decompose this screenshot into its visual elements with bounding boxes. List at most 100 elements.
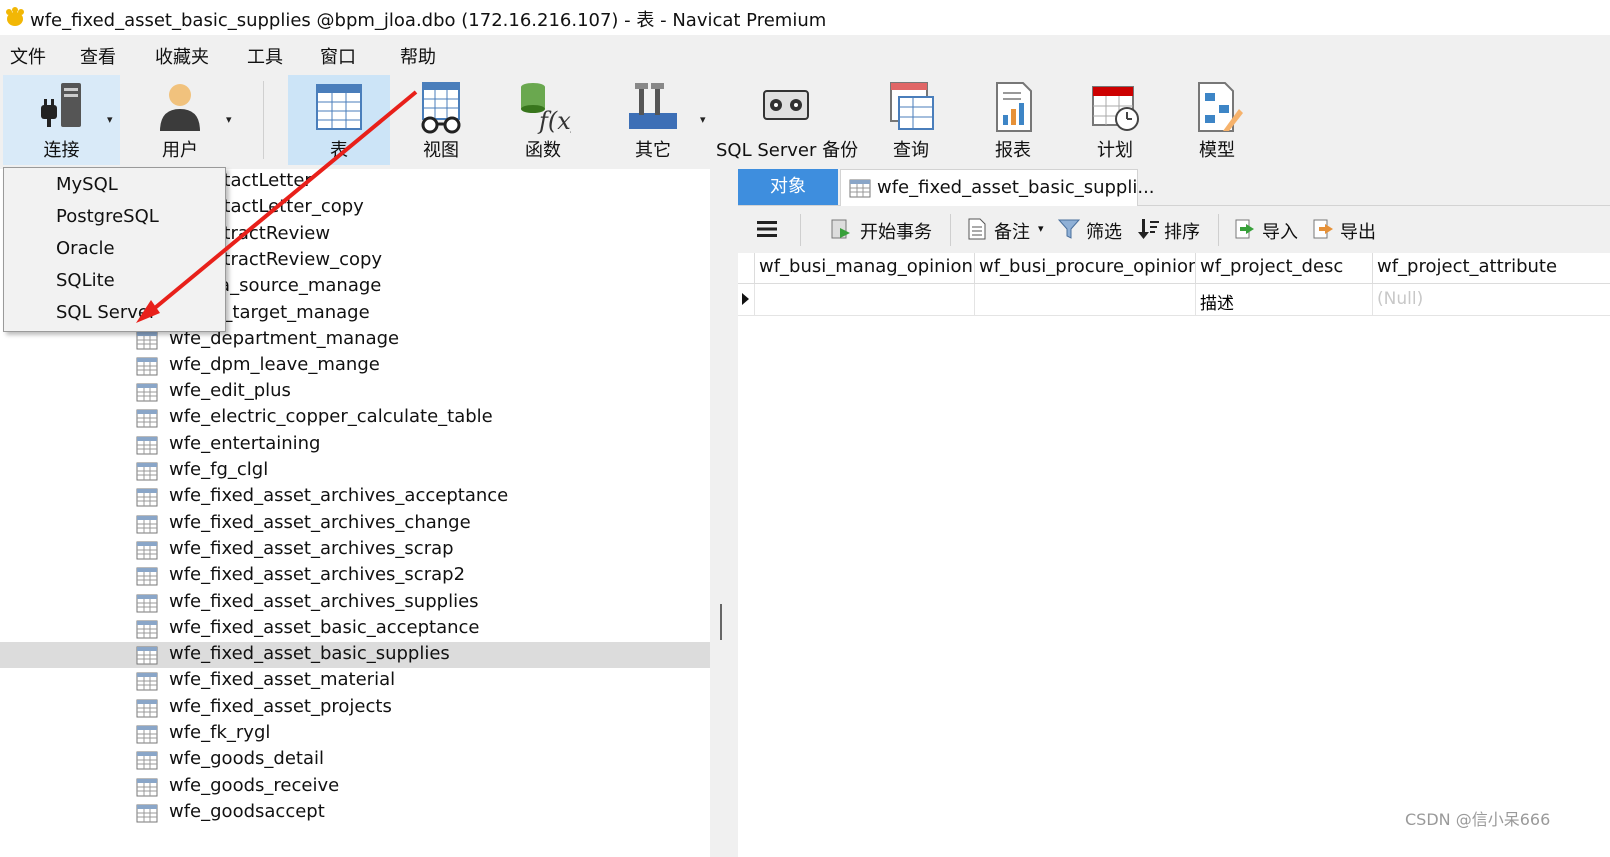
other-button[interactable]: 其它 bbox=[610, 75, 696, 165]
table-icon bbox=[316, 84, 362, 130]
tab-table-data[interactable]: wfe_fixed_asset_basic_suppli... bbox=[840, 169, 1155, 207]
tree-item-label: wfe_electric_copper_calculate_table bbox=[169, 406, 493, 428]
user-button[interactable]: 用户 bbox=[135, 75, 225, 165]
connect-label: 连接 bbox=[43, 140, 80, 161]
tree-item-label: p_target_manage bbox=[212, 301, 370, 323]
menu-view[interactable]: 查看 bbox=[80, 43, 116, 69]
menu-file[interactable]: 文件 bbox=[10, 43, 46, 69]
schedule-button[interactable]: 计划 bbox=[1072, 75, 1158, 165]
tree-item[interactable]: wfe_fg_clgl bbox=[0, 458, 710, 484]
menu-favorites[interactable]: 收藏夹 bbox=[155, 43, 209, 69]
other-label: 其它 bbox=[635, 140, 671, 161]
table-icon bbox=[136, 646, 158, 665]
note-button[interactable]: 备注 ▾ bbox=[966, 216, 1052, 244]
menu-item-mysql[interactable]: MySQL bbox=[56, 174, 118, 195]
panel-splitter[interactable] bbox=[710, 169, 738, 857]
menu-item-oracle[interactable]: Oracle bbox=[56, 238, 115, 259]
connect-button[interactable]: 连接 bbox=[3, 75, 120, 165]
table-icon bbox=[849, 179, 871, 198]
menu-window[interactable]: 窗口 bbox=[320, 43, 356, 69]
tree-item[interactable]: wfe_goods_receive bbox=[0, 774, 710, 800]
query-label: 查询 bbox=[893, 140, 929, 161]
cell-value: 描述 bbox=[1200, 294, 1234, 314]
connect-dropdown-arrow-icon[interactable]: ▾ bbox=[107, 113, 117, 126]
table-button[interactable]: 表 bbox=[288, 75, 390, 165]
connection-dropdown-menu: MySQL PostgreSQL Oracle SQLite SQL Serve… bbox=[3, 167, 226, 332]
table-cell[interactable]: 描述 bbox=[1196, 284, 1373, 316]
menu-item-postgresql[interactable]: PostgreSQL bbox=[56, 206, 159, 227]
model-button[interactable]: 模型 bbox=[1174, 75, 1260, 165]
column-header[interactable]: wf_project_attribute bbox=[1373, 253, 1610, 284]
tree-item[interactable]: wfe_fixed_asset_archives_acceptance bbox=[0, 484, 710, 510]
export-button[interactable]: 导出 bbox=[1312, 216, 1382, 244]
function-button[interactable]: f(x) 函数 bbox=[500, 75, 586, 165]
begin-transaction-button[interactable]: 开始事务 bbox=[830, 216, 940, 244]
tree-item[interactable]: wfe_fixed_asset_archives_supplies bbox=[0, 590, 710, 616]
column-header[interactable]: wf_busi_manag_opinion bbox=[755, 253, 975, 284]
table-cell[interactable] bbox=[755, 284, 975, 316]
tree-item-label: wfe_fk_rygl bbox=[169, 722, 271, 743]
row-indicator[interactable] bbox=[738, 284, 755, 316]
filter-button[interactable]: 筛选 bbox=[1058, 216, 1128, 244]
table-icon bbox=[136, 488, 158, 507]
tree-item-label: wfe_fixed_asset_archives_supplies bbox=[169, 590, 479, 612]
menu-item-sqlite[interactable]: SQLite bbox=[56, 270, 115, 291]
column-header[interactable]: wf_project_desc bbox=[1196, 253, 1373, 284]
tree-item[interactable]: wfe_fk_rygl bbox=[0, 721, 710, 747]
menu-tools[interactable]: 工具 bbox=[247, 43, 283, 69]
tree-item[interactable]: wfe_goods_detail bbox=[0, 747, 710, 773]
title-bar: wfe_fixed_asset_basic_supplies @bpm_jloa… bbox=[0, 0, 1610, 35]
begin-transaction-label: 开始事务 bbox=[860, 222, 932, 243]
sort-button[interactable]: 排序 bbox=[1138, 216, 1208, 244]
watermark: CSDN @信小呆666 bbox=[1405, 810, 1551, 829]
menu-help[interactable]: 帮助 bbox=[400, 43, 436, 69]
query-icon bbox=[890, 82, 934, 130]
table-data-panel: 对象 wfe_fixed_asset_basic_suppli... 开始事务 … bbox=[738, 169, 1610, 857]
tree-item[interactable]: wfe_edit_plus bbox=[0, 379, 710, 405]
transaction-icon bbox=[831, 219, 850, 239]
menu-item-sql-server[interactable]: SQL Server bbox=[56, 302, 156, 323]
table-icon bbox=[136, 804, 158, 823]
query-button[interactable]: 查询 bbox=[868, 75, 954, 165]
function-icon: f(x) bbox=[521, 83, 571, 135]
tree-item[interactable]: wfe_dpm_leave_mange bbox=[0, 353, 710, 379]
user-dropdown-arrow-icon[interactable]: ▾ bbox=[226, 113, 236, 126]
tab-bar: 对象 wfe_fixed_asset_basic_suppli... bbox=[738, 169, 1610, 207]
tree-item-label: wfe_fixed_asset_archives_acceptance bbox=[169, 485, 509, 507]
menu-hamburger-button[interactable] bbox=[756, 216, 780, 244]
tree-item-selected[interactable]: wfe_fixed_asset_basic_supplies bbox=[0, 642, 710, 669]
other-dropdown-arrow-icon[interactable]: ▾ bbox=[700, 113, 710, 126]
tree-item[interactable]: wfe_fixed_asset_material bbox=[0, 668, 710, 694]
backup-button[interactable]: SQL Server 备份 bbox=[716, 75, 858, 165]
tree-item-label: wfe_edit_plus bbox=[169, 380, 291, 402]
tree-item[interactable]: wfe_fixed_asset_archives_scrap bbox=[0, 537, 710, 563]
import-button[interactable]: 导入 bbox=[1234, 216, 1304, 244]
import-label: 导入 bbox=[1262, 222, 1298, 243]
cell-value-null: (Null) bbox=[1377, 289, 1424, 309]
tree-item[interactable]: wfe_entertaining bbox=[0, 432, 710, 458]
column-header[interactable]: wf_busi_procure_opinion bbox=[975, 253, 1196, 284]
tree-item-label: wfe_fixed_asset_archives_scrap bbox=[169, 537, 454, 559]
user-icon bbox=[160, 84, 200, 131]
table-icon bbox=[136, 409, 158, 428]
table-icon bbox=[136, 672, 158, 691]
report-button[interactable]: 报表 bbox=[970, 75, 1056, 165]
tree-item[interactable]: wfe_fixed_asset_basic_acceptance bbox=[0, 616, 710, 642]
model-label: 模型 bbox=[1199, 140, 1235, 161]
toolbar-separator bbox=[263, 81, 264, 159]
table-cell[interactable]: (Null) bbox=[1373, 284, 1610, 316]
view-button[interactable]: 视图 bbox=[398, 75, 484, 165]
tree-item[interactable]: wfe_fixed_asset_archives_scrap2 bbox=[0, 563, 710, 589]
data-toolbar: 开始事务 备注 ▾ 筛选 排序 导入 导出 bbox=[738, 206, 1610, 254]
note-dropdown-arrow-icon[interactable]: ▾ bbox=[1038, 222, 1044, 235]
tree-item[interactable]: wfe_fixed_asset_archives_change bbox=[0, 511, 710, 537]
splitter-grip[interactable] bbox=[720, 604, 722, 640]
table-cell[interactable] bbox=[975, 284, 1196, 316]
tree-item[interactable]: wfe_fixed_asset_projects bbox=[0, 695, 710, 721]
tree-item-label: wfe_fixed_asset_archives_scrap2 bbox=[169, 564, 466, 586]
tree-item[interactable]: wfe_electric_copper_calculate_table bbox=[0, 405, 710, 431]
import-icon bbox=[1235, 219, 1254, 239]
tab-objects[interactable]: 对象 bbox=[738, 169, 838, 205]
tree-item[interactable]: wfe_goodsaccept bbox=[0, 800, 710, 826]
table-icon bbox=[136, 357, 158, 376]
